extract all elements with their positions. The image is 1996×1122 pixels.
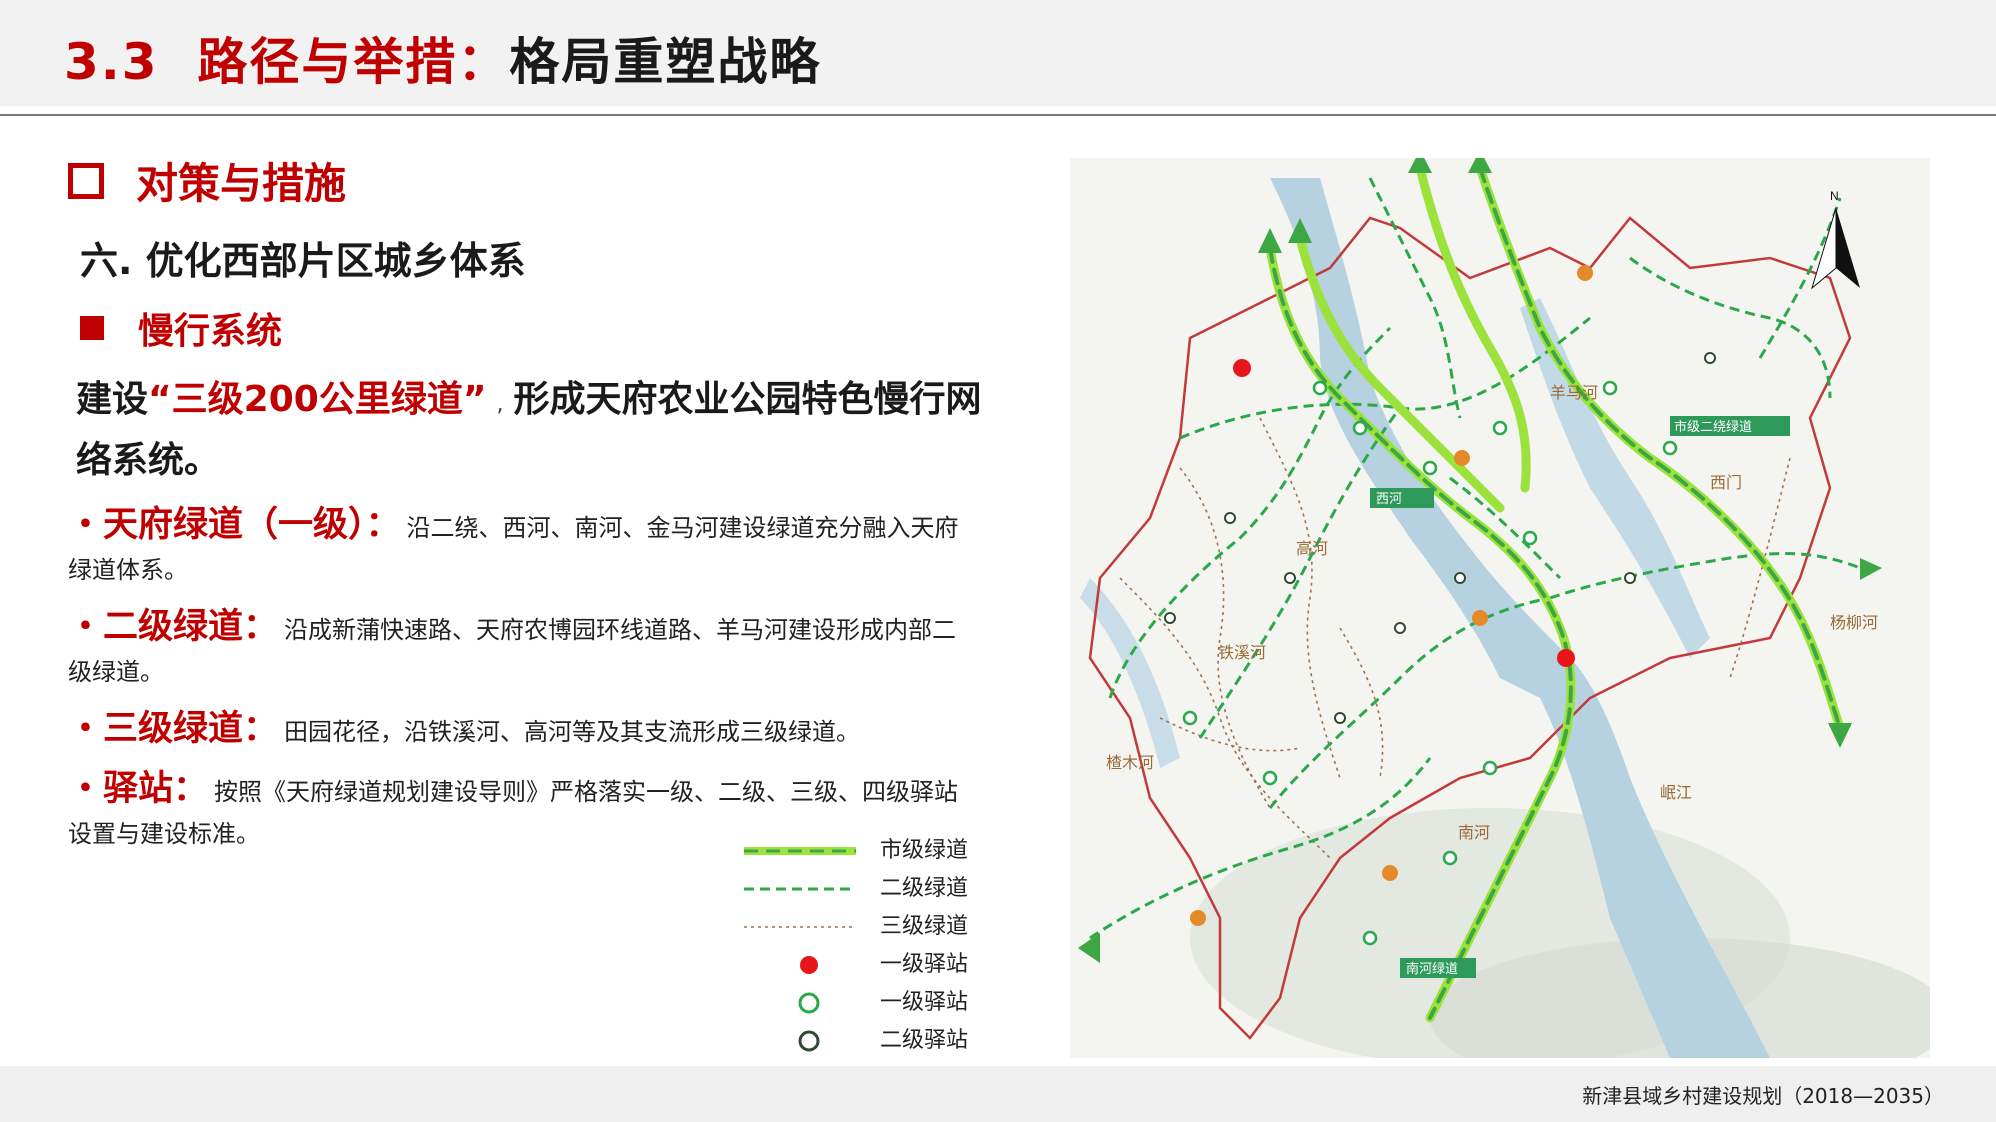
- list-item-tianfu-greenway: ・天府绿道（一级）： 沿二绕、西河、南河、金马河建设绿道充分融入天府绿道体系。: [68, 504, 968, 591]
- green-ring-station: [1492, 420, 1508, 436]
- title-dark-part: 格局重塑战略: [509, 33, 822, 91]
- subsection-title: 慢行系统: [80, 302, 282, 354]
- dark-ring-station: [1624, 572, 1636, 584]
- green-ring-swatch: [798, 992, 820, 1014]
- item-key: ・二级绿道：: [68, 607, 279, 647]
- greenway-map: 羊马河 高河 铁溪河 楂木河 南河 杨柳河 岷江 西门 西河 南河绿道 市级二绕…: [1070, 158, 1930, 1058]
- bicycle-icon: [1454, 450, 1470, 466]
- item-key: ・驿站：: [68, 769, 209, 809]
- footer-bar: 新津县域乡村建设规划（2018—2035）: [0, 1066, 1996, 1122]
- green-ring-station: [1482, 760, 1498, 776]
- dark-ring-station: [1284, 572, 1296, 584]
- tertiary-greenway-swatch: [744, 926, 856, 928]
- lead-prefix: 建设: [76, 379, 149, 420]
- item-key: ・三级绿道：: [68, 709, 279, 749]
- legend-label: 二级绿道: [880, 876, 969, 901]
- green-ring-station: [1262, 770, 1278, 786]
- dark-ring-station: [1224, 512, 1236, 524]
- legend-row-city-greenway: 市级绿道: [740, 836, 1000, 866]
- item-key: ・天府绿道（一级）：: [68, 505, 401, 545]
- green-ring-station: [1662, 440, 1678, 456]
- legend-label: 二级驿站: [880, 1028, 969, 1053]
- map-label-gaohe: 高河: [1296, 540, 1328, 558]
- page-title: 3.3 路径与举措：格局重塑战略: [64, 22, 821, 94]
- lead-separator: ,: [496, 392, 504, 417]
- green-ring-station: [1422, 460, 1438, 476]
- green-ring-station: [1522, 530, 1538, 546]
- legend-row-dark-ring-station: 二级驿站: [740, 1026, 1000, 1056]
- section-title-text: 对策与措施: [136, 159, 347, 208]
- green-ring-station: [1352, 420, 1368, 436]
- bicycle-icon: [1190, 910, 1206, 926]
- title-number: 3.3: [64, 33, 159, 91]
- legend-row-tertiary-greenway: 三级绿道: [740, 912, 1000, 942]
- red-station: [1557, 649, 1575, 667]
- subsection-title-text: 慢行系统: [138, 311, 283, 352]
- bicycle-icon: [1577, 265, 1593, 281]
- north-label: N: [1830, 189, 1839, 203]
- dark-ring-station: [1394, 622, 1406, 634]
- map-label-minjiang: 岷江: [1660, 784, 1692, 802]
- footer-text: 新津县域乡村建设规划（2018—2035）: [1582, 1084, 1944, 1108]
- green-ring-station: [1442, 850, 1458, 866]
- legend-row-red-station: 一级驿站: [740, 950, 1000, 980]
- dark-ring-station: [1334, 712, 1346, 724]
- map-label-xihe: 西河: [1376, 491, 1402, 506]
- title-red-part: 路径与举措：: [197, 33, 510, 91]
- map-label-yangmahe: 羊马河: [1550, 384, 1598, 402]
- map-label-yangliuhe: 杨柳河: [1830, 614, 1878, 632]
- legend-row-green-ring-station: 一级驿站: [740, 988, 1000, 1018]
- city-greenway-swatch: [744, 847, 856, 855]
- section-subtitle: 六. 优化西部片区城乡体系: [80, 239, 526, 283]
- section-title: 对策与措施: [68, 150, 346, 211]
- list-item-tertiary-greenway: ・三级绿道： 田园花径，沿铁溪河、高河等及其支流形成三级绿道。: [68, 708, 968, 753]
- bicycle-icon: [1382, 865, 1398, 881]
- dark-ring-station: [1164, 612, 1176, 624]
- legend-label: 市级绿道: [880, 838, 969, 863]
- bicycle-icon: [1472, 610, 1488, 626]
- map-label-zhamuhe: 楂木河: [1106, 754, 1154, 772]
- header-divider: [0, 114, 1996, 116]
- green-ring-station: [1362, 930, 1378, 946]
- list-item-secondary-greenway: ・二级绿道： 沿成新蒲快速路、天府农博园环线道路、羊马河建设形成内部二级绿道。: [68, 606, 968, 693]
- red-station: [1233, 359, 1251, 377]
- item-text: 田园花径，沿铁溪河、高河等及其支流形成三级绿道。: [284, 718, 861, 746]
- legend-row-secondary-greenway: 二级绿道: [740, 874, 1000, 904]
- map-label-tiexihe: 铁溪河: [1218, 644, 1266, 662]
- green-ring-station: [1602, 380, 1618, 396]
- legend-label: 一级驿站: [880, 952, 969, 977]
- red-dot-swatch: [800, 956, 818, 974]
- filled-square-icon: [80, 316, 104, 340]
- green-ring-station: [1182, 710, 1198, 726]
- dark-ring-swatch: [798, 1030, 820, 1052]
- map-label-shiji-greenway: 市级二绕绿道: [1674, 419, 1752, 434]
- lead-highlight: “三级200公里绿道”: [148, 379, 487, 420]
- legend-label: 三级绿道: [880, 914, 969, 939]
- map-label-nanhe: 南河: [1458, 824, 1490, 842]
- lead-paragraph: 建设“三级200公里绿道”, 形成天府农业公园特色慢行网络系统。: [76, 372, 1016, 489]
- map-label-ximen: 西门: [1710, 474, 1742, 492]
- header-bar: 3.3 路径与举措：格局重塑战略: [0, 0, 1996, 106]
- dark-ring-station: [1704, 352, 1716, 364]
- legend-label: 一级驿站: [880, 990, 969, 1015]
- green-ring-station: [1312, 380, 1328, 396]
- checkbox-square-icon: [68, 162, 104, 199]
- map-label-nanhe-greenway: 南河绿道: [1406, 961, 1458, 976]
- dark-ring-station: [1454, 572, 1466, 584]
- secondary-greenway-swatch: [744, 887, 856, 891]
